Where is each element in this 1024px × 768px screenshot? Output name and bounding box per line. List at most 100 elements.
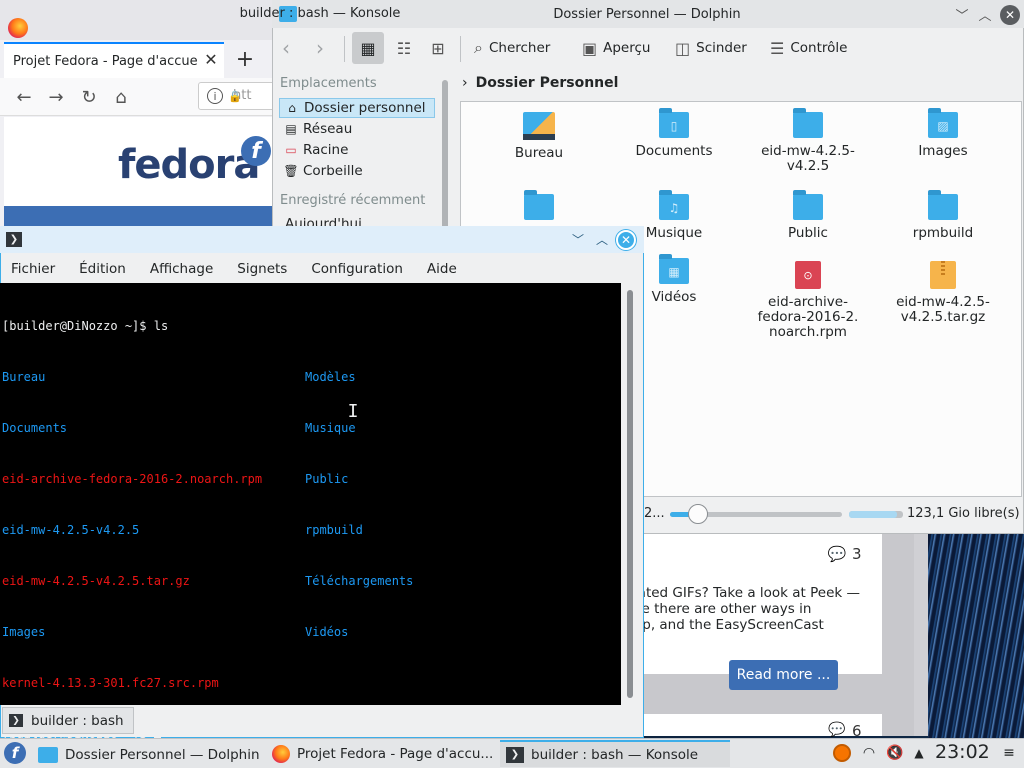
place-trash[interactable]: 🗑 Corbeille	[279, 161, 435, 181]
tab-close-icon[interactable]: ✕	[202, 50, 220, 69]
rpm-package-icon: ⊙	[795, 261, 821, 289]
terminal-output[interactable]: [builder@DiNozzo ~]$ ls Bureau Modèles Do…	[0, 283, 621, 741]
web-scrollbar[interactable]	[914, 534, 928, 736]
maximize-icon[interactable]: ︿	[593, 231, 611, 247]
compact-view-button[interactable]: ☷	[392, 32, 416, 64]
firefox-icon	[272, 744, 290, 763]
terminal-tab[interactable]: ❯ builder : bash	[2, 707, 134, 734]
root-folder-icon: ▭	[285, 143, 297, 157]
tray-app-icon[interactable]	[833, 744, 851, 762]
file-name: eid-mw-4.2.5- v4.2.5	[761, 143, 855, 174]
file-item[interactable]: ⊙ eid-archive-fedora-2016-2. noarch.rpm	[748, 261, 868, 340]
search-label: Chercher	[488, 40, 551, 56]
menu-affichage[interactable]: Affichage	[143, 261, 220, 277]
preview-button[interactable]: ▣ Aperçu	[582, 32, 650, 64]
terminal-line: [builder@DiNozzo ~]$ ls	[2, 318, 619, 335]
folder-icon	[793, 108, 823, 138]
tray-expand-icon[interactable]: ▲	[910, 743, 928, 763]
file-item[interactable]	[479, 190, 599, 226]
split-button[interactable]: ◫ Scinder	[675, 32, 747, 64]
menu-edition[interactable]: Édition	[72, 261, 133, 277]
chevron-left-icon: ‹	[282, 36, 290, 60]
ls-entry: Modèles	[305, 370, 356, 384]
close-icon[interactable]: ✕	[616, 230, 636, 250]
reload-icon[interactable]: ↻	[76, 84, 102, 110]
file-item[interactable]: eid-mw-4.2.5- v4.2.5	[748, 108, 868, 174]
panel-menu-icon[interactable]: ≡	[1000, 743, 1018, 763]
prompt: [builder@DiNozzo ~]$	[2, 319, 154, 333]
recent-heading: Enregistré récemment	[280, 193, 426, 208]
toolbar-separator	[344, 36, 345, 62]
terminal-line: eid-mw-4.2.5-v4.2.5 rpmbuild	[2, 522, 619, 539]
compact-view-icon: ☷	[396, 38, 412, 58]
task-dolphin[interactable]: Dossier Personnel — Dolphin	[32, 740, 260, 767]
close-icon[interactable]: ✕	[1000, 5, 1020, 25]
folder-icon	[793, 190, 823, 220]
minimize-icon[interactable]: ﹀	[569, 231, 587, 247]
ibeam-cursor-icon: I	[347, 400, 359, 422]
forward-button[interactable]: ›	[316, 32, 338, 64]
place-label: Corbeille	[303, 163, 363, 179]
icons-view-button[interactable]: ▦	[352, 32, 384, 64]
details-view-button[interactable]: ⊞	[426, 32, 450, 64]
menu-fichier[interactable]: Fichier	[4, 261, 62, 277]
task-label: Projet Fedora - Page d'accu...	[297, 745, 494, 762]
trash-icon: 🗑	[283, 164, 299, 178]
forward-arrow-icon[interactable]: →	[43, 84, 69, 110]
search-button[interactable]: ⌕ Chercher	[474, 32, 550, 64]
places-scrollbar[interactable]	[442, 80, 448, 230]
ls-entry: rpmbuild	[305, 523, 363, 537]
task-konsole[interactable]: ❯ builder : bash — Konsole	[500, 740, 730, 767]
terminal-line: eid-mw-4.2.5-v4.2.5.tar.gz Téléchargement…	[2, 573, 619, 590]
read-more-button[interactable]: Read more ...	[729, 660, 838, 690]
wifi-icon[interactable]: ◠	[859, 743, 879, 763]
article-excerpt: ated GIFs? Take a look at Peek — ile the…	[634, 585, 874, 633]
zoom-slider-handle[interactable]	[688, 504, 708, 524]
chevron-right-icon: ›	[316, 36, 324, 60]
file-item[interactable]: eid-mw-4.2.5- v4.2.5.tar.gz	[883, 261, 1003, 325]
place-network[interactable]: ▤ Réseau	[279, 119, 435, 139]
file-name: Images	[918, 143, 968, 159]
place-label: Dossier personnel	[304, 100, 426, 116]
file-item[interactable]: ▨ Images	[883, 108, 1003, 159]
archive-icon	[930, 261, 956, 289]
place-home[interactable]: ⌂ Dossier personnel	[279, 98, 435, 118]
menu-signets[interactable]: Signets	[230, 261, 294, 277]
konsole-titlebar[interactable]	[0, 226, 644, 253]
terminal-app-icon: ❯	[6, 232, 22, 247]
application-launcher-icon[interactable]: f	[4, 742, 26, 764]
minimize-icon[interactable]: ﹀	[953, 6, 971, 24]
terminal-line: kernel-4.13.3-301.fc27.src.rpm	[2, 675, 619, 692]
file-item[interactable]: Public	[748, 190, 868, 241]
free-space-fill	[849, 511, 897, 518]
place-root[interactable]: ▭ Racine	[279, 140, 435, 160]
back-arrow-icon[interactable]: ←	[11, 84, 37, 110]
firefox-tab[interactable]: Projet Fedora - Page d'accue	[4, 42, 224, 78]
ls-entry: Public	[305, 472, 349, 486]
tab-label: builder : bash	[31, 712, 124, 729]
ls-entry: eid-archive-fedora-2016-2.noarch.rpm	[2, 472, 263, 486]
file-item[interactable]: rpmbuild	[883, 190, 1003, 241]
back-button[interactable]: ‹	[282, 32, 304, 64]
excerpt-line: ile there are other ways in	[634, 601, 812, 617]
comment-count: 3	[852, 545, 862, 563]
terminal-icon: ❯	[506, 746, 524, 763]
new-tab-icon[interactable]: +	[232, 46, 258, 72]
menu-aide[interactable]: Aide	[420, 261, 464, 277]
terminal-scrollbar[interactable]	[627, 290, 633, 698]
info-icon[interactable]: i	[207, 88, 223, 104]
video-folder-icon: ▦	[659, 254, 689, 284]
clock[interactable]: 23:02	[935, 741, 990, 763]
ls-entry: Images	[2, 625, 46, 639]
breadcrumb-current: Dossier Personnel	[475, 75, 619, 91]
file-item[interactable]: ▯ Documents	[614, 108, 734, 159]
ls-entry: eid-mw-4.2.5-v4.2.5.tar.gz	[2, 574, 190, 588]
maximize-icon[interactable]: ︿	[976, 6, 994, 24]
breadcrumb[interactable]: › Dossier Personnel	[462, 73, 618, 93]
task-firefox[interactable]: Projet Fedora - Page d'accu...	[266, 740, 494, 767]
menu-configuration[interactable]: Configuration	[304, 261, 410, 277]
file-item[interactable]: Bureau	[479, 112, 599, 161]
control-menu-button[interactable]: ☰ Contrôle	[770, 32, 847, 64]
home-icon[interactable]: ⌂	[108, 84, 134, 110]
volume-muted-icon[interactable]: 🔇	[885, 743, 905, 763]
